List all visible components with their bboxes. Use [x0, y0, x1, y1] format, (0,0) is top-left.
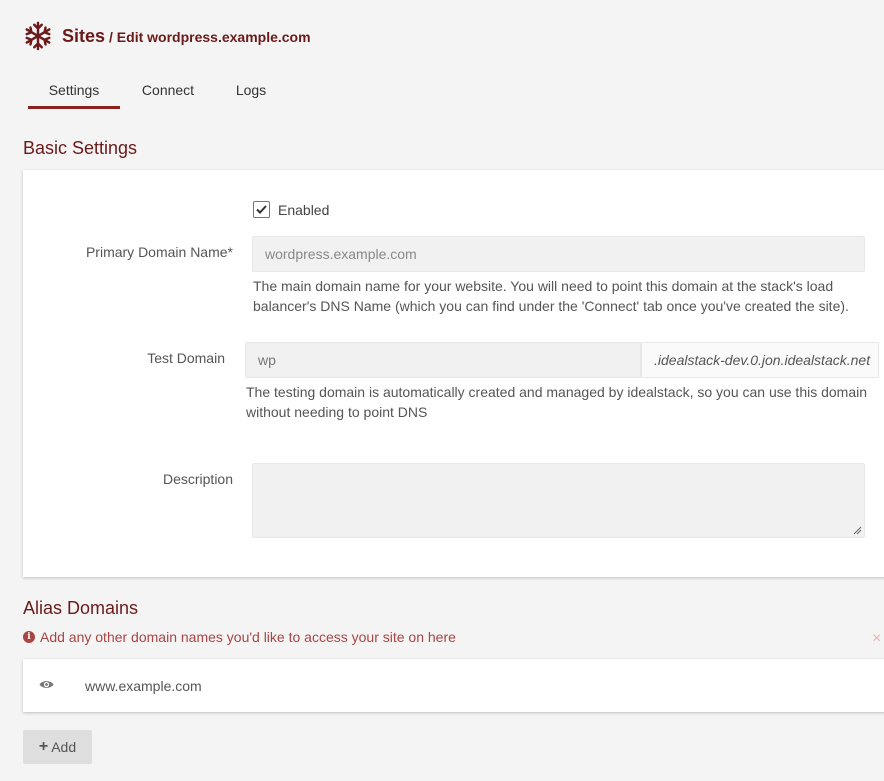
tab-connect[interactable]: Connect [120, 72, 216, 109]
test-domain-suffix: .idealstack-dev.0.jon.idealstack.net [641, 342, 879, 378]
page-title: Sites [62, 25, 106, 46]
basic-settings-title: Basic Settings [23, 138, 138, 158]
primary-domain-input[interactable]: wordpress.example.com [252, 236, 865, 272]
alias-info-message: i Add any other domain names you'd like … [23, 629, 456, 645]
tab-bar: Settings Connect Logs [28, 72, 286, 109]
enabled-checkbox[interactable] [253, 201, 270, 218]
alias-info-text: Add any other domain names you'd like to… [40, 629, 456, 645]
resize-handle-icon[interactable] [853, 526, 862, 535]
alias-domain-text: www.example.com [85, 677, 202, 694]
primary-domain-label: Primary Domain Name* [85, 244, 233, 260]
add-alias-label: Add [51, 739, 77, 755]
breadcrumb: / Edit wordpress.example.com [109, 29, 311, 45]
eye-icon[interactable] [39, 679, 54, 690]
plus-icon: + [38, 738, 49, 755]
page-header: Sites / Edit wordpress.example.com [22, 18, 311, 54]
checkmark-icon [256, 205, 267, 214]
test-domain-help: The testing domain is automatically crea… [246, 384, 868, 420]
test-domain-label: Test Domain [147, 350, 225, 366]
add-alias-button[interactable]: + Add [23, 730, 92, 764]
alias-domains-title: Alias Domains [23, 598, 139, 618]
info-circle-icon: i [23, 631, 35, 643]
primary-domain-help: The main domain name for your website. Y… [253, 278, 849, 314]
enabled-label: Enabled [278, 202, 330, 218]
snowflake-icon [22, 18, 54, 54]
alias-domain-row[interactable]: www.example.com [23, 659, 884, 712]
dismiss-info-button[interactable]: × [872, 630, 881, 648]
basic-settings-card: Enabled Primary Domain Name* wordpress.e… [23, 170, 884, 577]
description-label: Description [162, 471, 233, 487]
description-textarea[interactable] [252, 463, 865, 538]
tab-settings[interactable]: Settings [28, 72, 120, 109]
tab-logs[interactable]: Logs [216, 72, 286, 109]
test-domain-input[interactable]: wp [245, 342, 641, 378]
